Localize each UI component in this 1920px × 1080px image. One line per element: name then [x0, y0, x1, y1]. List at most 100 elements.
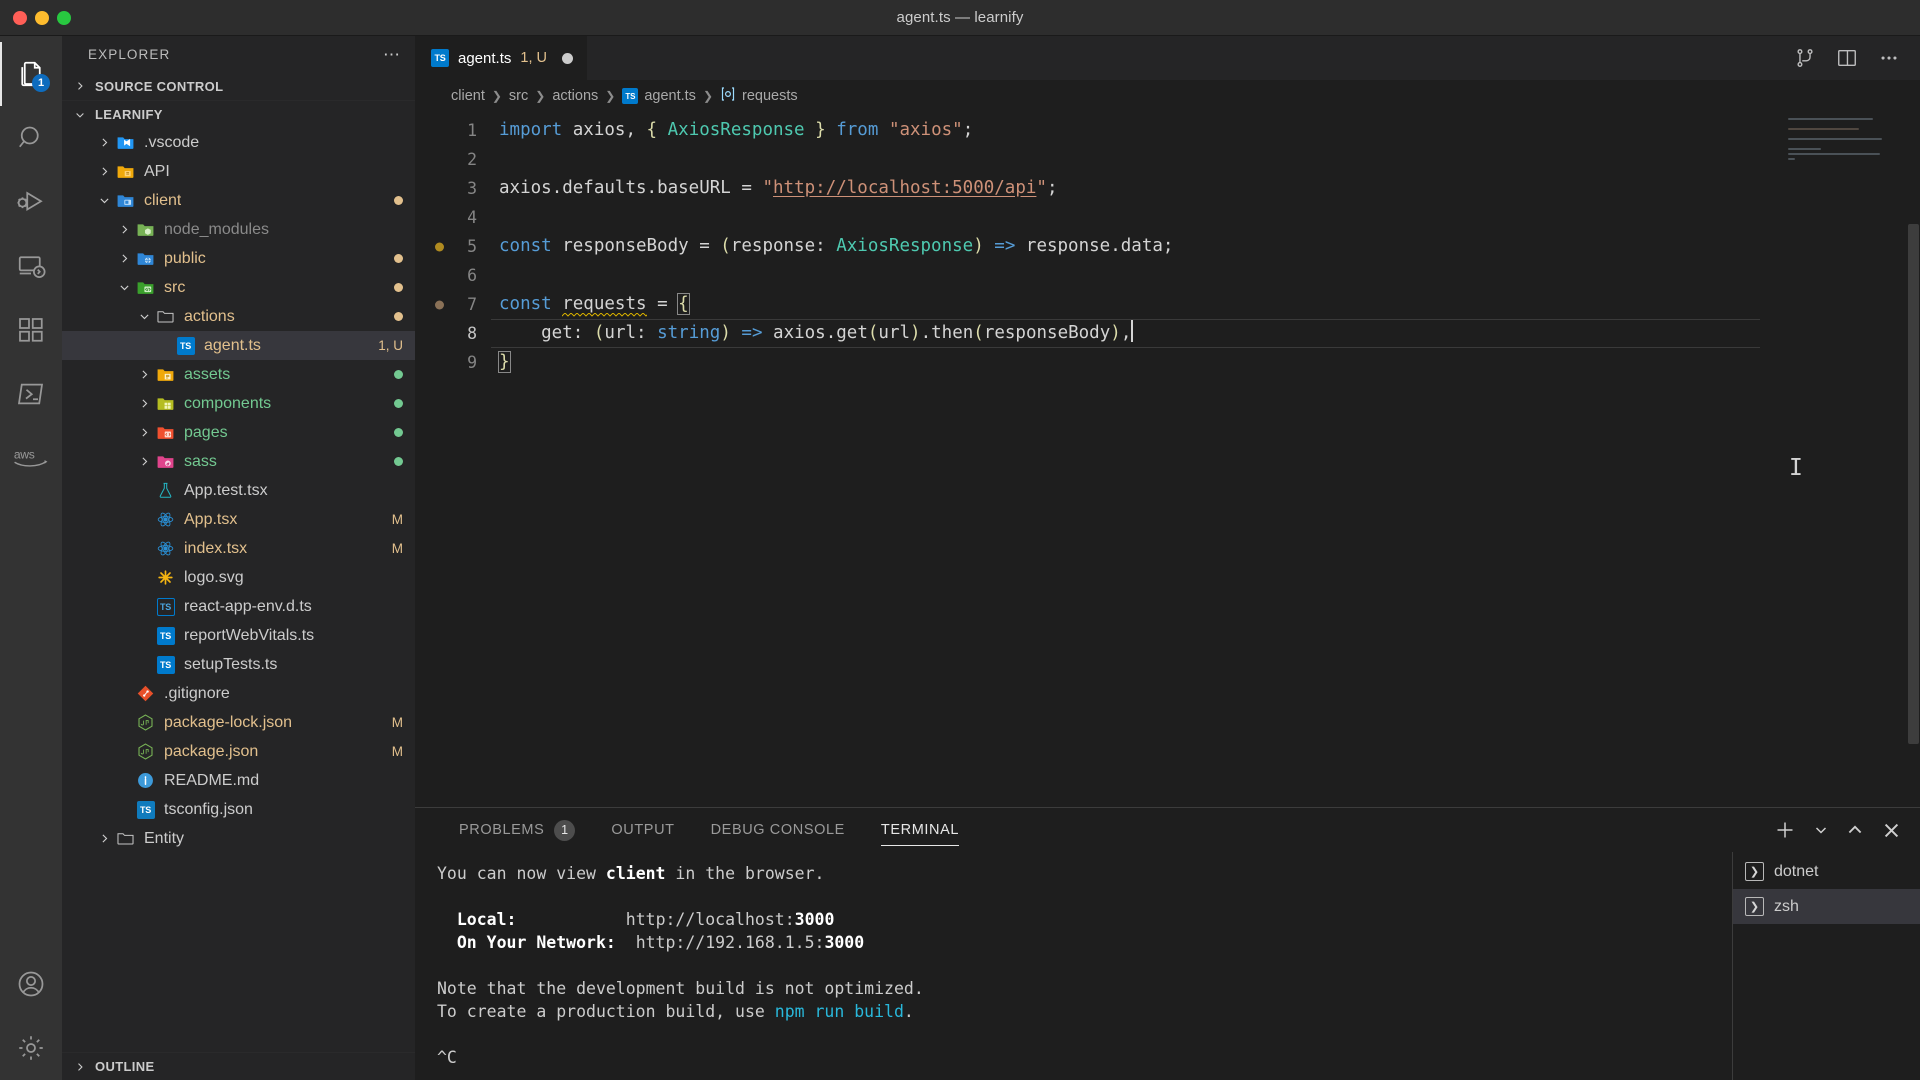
tree-item-readme-md[interactable]: README.md	[62, 766, 415, 795]
tree-item-app-test-tsx[interactable]: App.test.tsx	[62, 476, 415, 505]
tree-item-index-tsx[interactable]: index.tsx M	[62, 534, 415, 563]
terminal-chevron-icon: ❯	[1745, 862, 1764, 881]
activity-item-accounts[interactable]	[0, 952, 62, 1016]
editor-tab-actions	[1794, 36, 1920, 80]
tree-item-entity[interactable]: Entity	[62, 824, 415, 853]
chevron-down-icon	[134, 310, 154, 323]
tree-item-label: sass	[184, 452, 217, 470]
tree-item-api[interactable]: API	[62, 157, 415, 186]
chevron-down-icon[interactable]	[1813, 822, 1829, 838]
tree-item-components[interactable]: components	[62, 389, 415, 418]
code-line-active[interactable]: 8 get: (url: string) => axios.get(url).t…	[415, 319, 1920, 348]
panel-header: PROBLEMS 1 OUTPUT DEBUG CONSOLE TERMINAL	[415, 808, 1920, 852]
close-panel-icon[interactable]	[1881, 820, 1902, 841]
tab-debug-console[interactable]: DEBUG CONSOLE	[693, 808, 863, 852]
code-line[interactable]: 9 }	[415, 348, 1920, 377]
code-editor[interactable]: 1 import axios, { AxiosResponse } from "…	[415, 112, 1920, 807]
more-actions-icon[interactable]	[1878, 47, 1900, 69]
tree-item-package-json[interactable]: package.json M	[62, 737, 415, 766]
activity-item-aws-toolkit[interactable]: aws	[0, 426, 62, 490]
source-control-graph-icon[interactable]	[1794, 47, 1816, 69]
tree-item-sass[interactable]: sass	[62, 447, 415, 476]
tree-item-label: package.json	[164, 742, 259, 760]
tree-item-reportwebvitals-ts[interactable]: TS reportWebVitals.ts	[62, 621, 415, 650]
title-bar: agent.ts — learnify	[0, 0, 1920, 36]
breadcrumb-item-client[interactable]: client	[451, 88, 485, 104]
tab-problems[interactable]: PROBLEMS 1	[441, 808, 593, 852]
code-line-text: axios.defaults.baseURL = "http://localho…	[499, 178, 1058, 198]
breadcrumb-item-src[interactable]: src	[509, 88, 528, 104]
git-icon	[134, 684, 157, 703]
terminal-instance-dotnet[interactable]: ❯ dotnet	[1733, 854, 1920, 889]
terminal-network-line: On Your Network: http://192.168.1.5:3000	[437, 933, 865, 952]
chevron-right-icon	[114, 223, 134, 236]
window-controls[interactable]	[0, 10, 71, 25]
tree-item--gitignore[interactable]: .gitignore	[62, 679, 415, 708]
code-line[interactable]: 7 const requests = {	[415, 290, 1920, 319]
file-tree[interactable]: .vscode API client node_modules public src act…	[62, 128, 415, 1052]
added-dot-indicator	[394, 425, 403, 440]
activity-bar: 1 aws	[0, 36, 62, 1080]
tab-agent-ts[interactable]: TS agent.ts 1, U	[415, 36, 588, 80]
code-line[interactable]: 6	[415, 261, 1920, 290]
breadcrumb-item-agent-ts[interactable]: TS agent.ts	[622, 88, 696, 104]
unsaved-indicator-icon[interactable]	[561, 52, 573, 64]
tree-item-setuptests-ts[interactable]: TS setupTests.ts	[62, 650, 415, 679]
minimize-window-button[interactable]	[35, 10, 49, 25]
tree-item-pages[interactable]: pages	[62, 418, 415, 447]
tab-terminal[interactable]: TERMINAL	[863, 808, 977, 852]
tree-item-label: logo.svg	[184, 568, 244, 586]
activity-item-search[interactable]	[0, 106, 62, 170]
activity-item-run-and-debug[interactable]	[0, 170, 62, 234]
tree-item-src[interactable]: src	[62, 273, 415, 302]
chevron-down-icon	[72, 107, 88, 123]
code-line[interactable]: 5 const responseBody = (response: AxiosR…	[415, 232, 1920, 261]
code-line[interactable]: 1 import axios, { AxiosResponse } from "…	[415, 116, 1920, 145]
breadcrumb-item-requests[interactable]: requests	[720, 86, 798, 106]
tree-item-assets[interactable]: assets	[62, 360, 415, 389]
tree-item-client[interactable]: client	[62, 186, 415, 215]
chevron-down-icon	[94, 194, 114, 207]
run-debug-icon	[16, 187, 46, 217]
code-line[interactable]: 4	[415, 203, 1920, 232]
npm-json-icon	[134, 713, 157, 732]
tab-output[interactable]: OUTPUT	[593, 808, 692, 852]
code-line[interactable]: 2	[415, 145, 1920, 174]
activity-item-remote-explorer[interactable]	[0, 234, 62, 298]
tree-item-agent-ts[interactable]: TS agent.ts 1, U	[62, 331, 415, 360]
maximize-window-button[interactable]	[57, 10, 71, 25]
tree-item-node-modules[interactable]: node_modules	[62, 215, 415, 244]
tree-item-label: react-app-env.d.ts	[184, 597, 312, 615]
activity-item-manage[interactable]	[0, 1016, 62, 1080]
close-window-button[interactable]	[13, 10, 27, 25]
tree-item-public[interactable]: public	[62, 244, 415, 273]
terminal-instance-zsh[interactable]: ❯ zsh	[1733, 889, 1920, 924]
breadcrumb-item-actions[interactable]: actions	[552, 88, 598, 104]
tree-item-actions[interactable]: actions	[62, 302, 415, 331]
activity-item-extensions[interactable]	[0, 298, 62, 362]
split-editor-vertical-icon[interactable]	[1836, 47, 1858, 69]
tree-item-react-app-env-d-ts[interactable]: TS react-app-env.d.ts	[62, 592, 415, 621]
tree-item-label: App.test.tsx	[184, 481, 268, 499]
tree-item-logo-svg[interactable]: logo.svg	[62, 563, 415, 592]
tree-item-package-lock-json[interactable]: package-lock.json M	[62, 708, 415, 737]
new-terminal-icon[interactable]	[1773, 818, 1797, 842]
folder-icon	[154, 307, 177, 326]
section-learnify[interactable]: LEARNIFY	[62, 100, 415, 128]
breadcrumb-separator-icon: ❯	[605, 89, 616, 103]
folder-assets-icon	[154, 365, 177, 384]
activity-item-powershell[interactable]	[0, 362, 62, 426]
activity-item-explorer[interactable]: 1	[0, 42, 62, 106]
modified-dot-indicator	[394, 309, 403, 324]
tree-item--vscode[interactable]: .vscode	[62, 128, 415, 157]
tree-item-label: README.md	[164, 771, 260, 789]
terminal-output[interactable]: You can now view client in the browser. …	[415, 852, 1732, 1080]
tree-item-app-tsx[interactable]: App.tsx M	[62, 505, 415, 534]
section-outline[interactable]: OUTLINE	[62, 1052, 415, 1080]
code-line[interactable]: 3 axios.defaults.baseURL = "http://local…	[415, 174, 1920, 203]
tree-item-tsconfig-json[interactable]: TS tsconfig.json	[62, 795, 415, 824]
section-source-control[interactable]: SOURCE CONTROL	[62, 72, 415, 100]
chevron-right-icon	[94, 136, 114, 149]
maximize-panel-icon[interactable]	[1845, 820, 1865, 840]
sidebar-more-actions-icon[interactable]: ⋯	[383, 46, 401, 63]
